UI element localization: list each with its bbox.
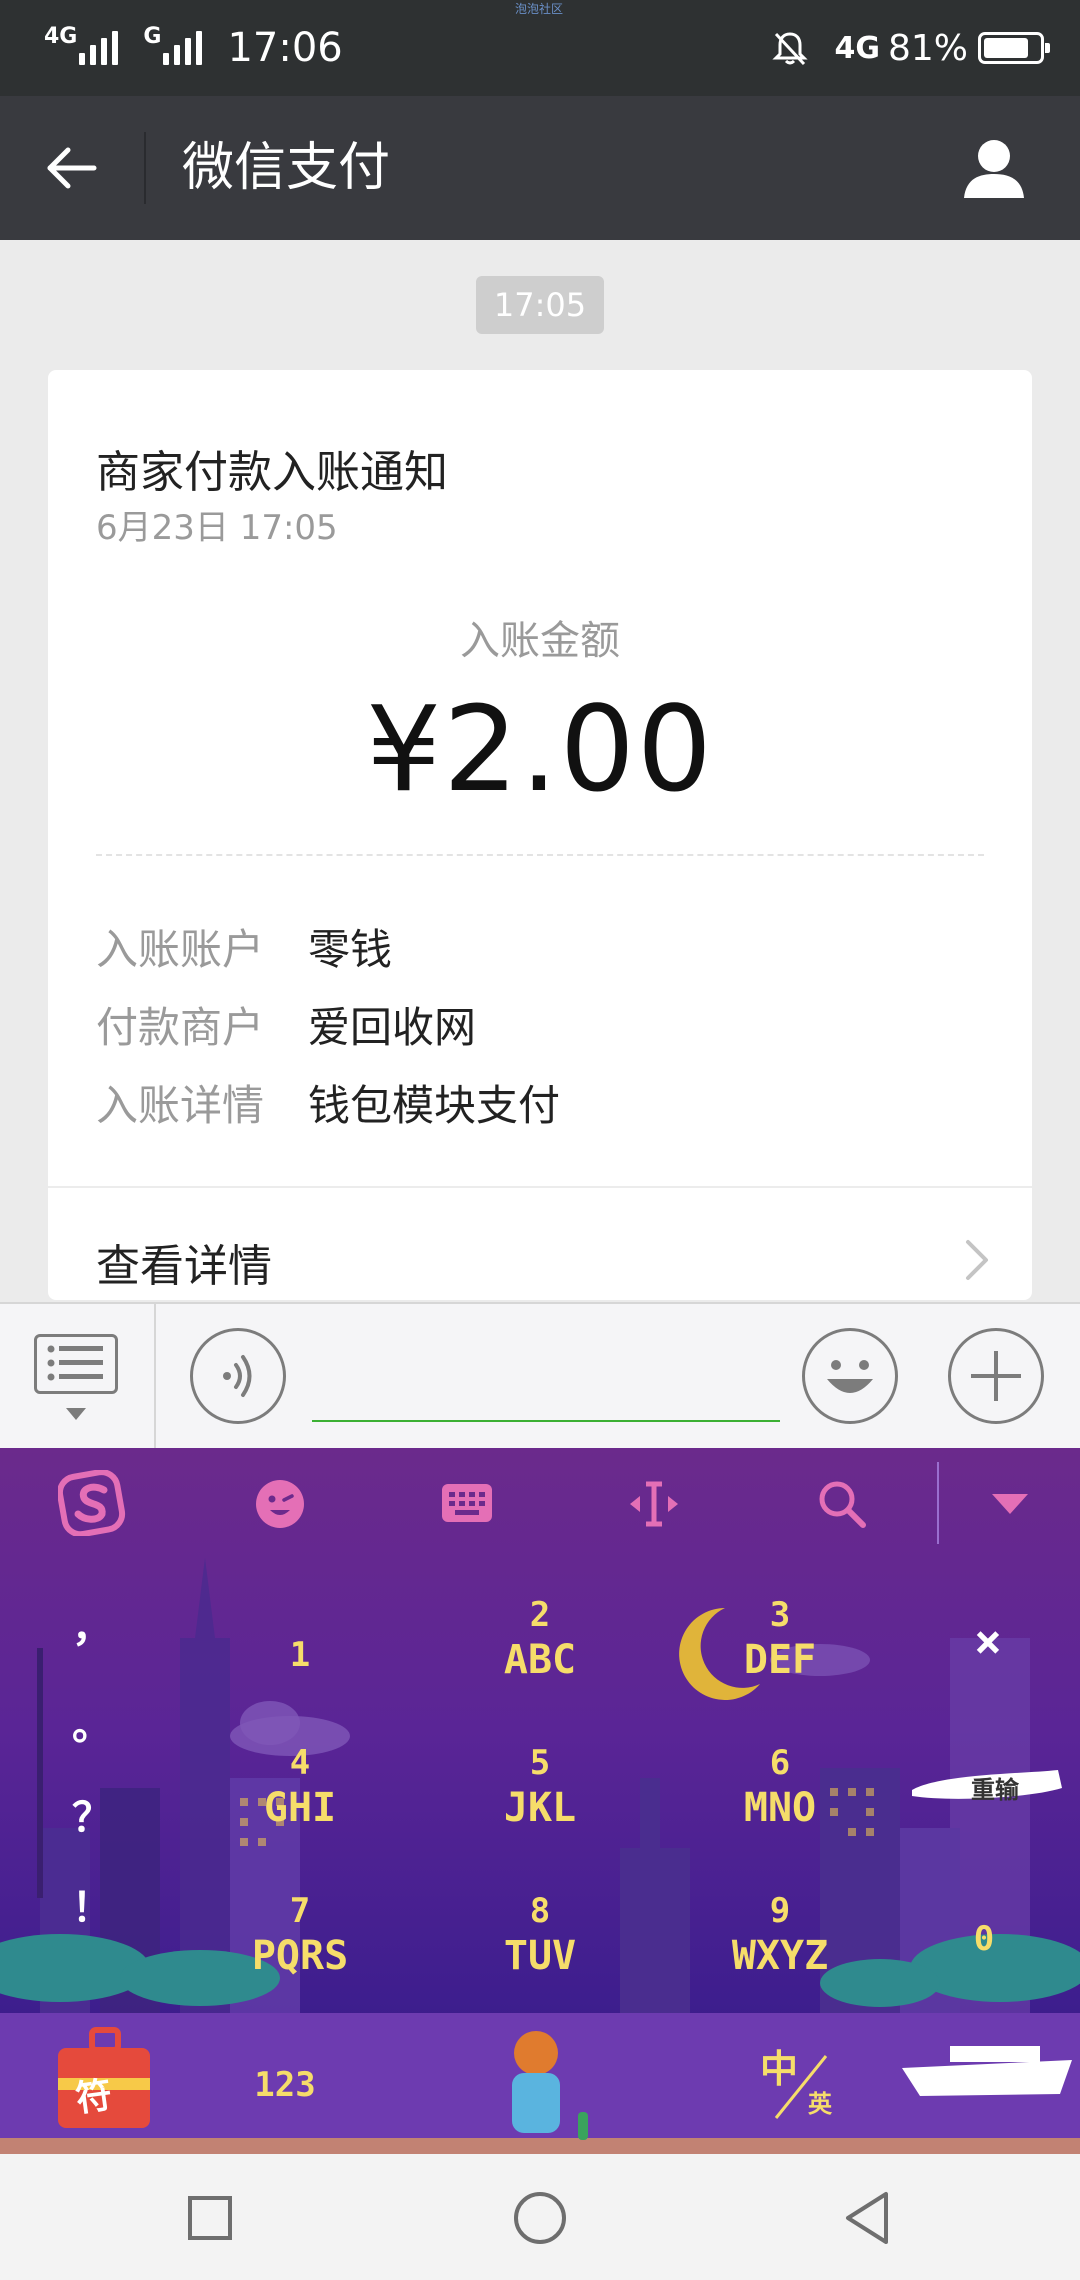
key-7[interactable]: 7 PQRS (230, 1894, 370, 1976)
info-row-value: 钱包模块支付 (308, 1081, 561, 1130)
info-row-account: 入账账户 零钱 (96, 916, 392, 977)
signal-icon-1 (79, 31, 123, 65)
key-number: 2 (529, 1595, 551, 1635)
battery-percent: 81% (887, 27, 968, 69)
key-number: 4 (289, 1743, 311, 1783)
punct-exclaim-key[interactable]: ！ (72, 1888, 112, 1928)
emoji-button[interactable] (802, 1328, 898, 1424)
key-letters: GHI (263, 1785, 337, 1831)
input-divider (154, 1304, 156, 1450)
punct-period-key[interactable]: 。 (72, 1706, 112, 1746)
lang-switch-key[interactable]: 中 英 (750, 2046, 850, 2126)
page-title: 微信支付 (182, 138, 391, 198)
key-number: 1 (289, 1635, 311, 1675)
key-2[interactable]: 2 ABC (470, 1598, 610, 1680)
title-bar: 微信支付 (0, 96, 1080, 240)
key-number: 5 (529, 1743, 551, 1783)
key-0[interactable]: 0 (964, 1922, 1004, 1956)
numeric-switch-key[interactable]: 123 (230, 2068, 340, 2102)
mute-bell-icon (772, 32, 809, 66)
key-number: 8 (529, 1891, 551, 1931)
back-nav-icon[interactable] (842, 2190, 892, 2246)
key-9[interactable]: 9 WXYZ (700, 1894, 860, 1976)
info-row-key: 付款商户 (96, 1003, 265, 1052)
punct-question-key[interactable]: ？ (72, 1798, 112, 1838)
keyboard-icon[interactable] (440, 1482, 494, 1524)
key-1[interactable]: 1 (240, 1638, 360, 1672)
key-letters: TUV (503, 1933, 577, 1979)
key-4[interactable]: 4 GHI (230, 1746, 370, 1828)
key-number: 3 (769, 1595, 791, 1635)
sogou-logo-icon[interactable] (58, 1470, 126, 1536)
status-time: 17:06 (227, 25, 343, 71)
key-letters: MNO (743, 1785, 817, 1831)
card-date: 6月23日 17:05 (96, 508, 338, 548)
profile-icon[interactable] (960, 134, 1028, 202)
key-5[interactable]: 5 JKL (470, 1746, 610, 1828)
recent-apps-icon[interactable] (186, 2194, 234, 2242)
menu-dropdown-indicator (66, 1408, 86, 1420)
network-type-right: 4G (834, 30, 880, 66)
back-arrow-icon[interactable] (40, 136, 104, 200)
chat-timestamp: 17:05 (476, 276, 604, 334)
network-type-2: G (143, 23, 162, 49)
cursor-move-icon[interactable] (626, 1478, 682, 1530)
list-icon (47, 1345, 103, 1381)
reenter-key[interactable]: 重输 (950, 1778, 1040, 1802)
key-letters: PQRS (251, 1933, 349, 1979)
card-separator (48, 1186, 1032, 1188)
menu-toggle-button[interactable] (34, 1334, 118, 1394)
key-number: 6 (769, 1743, 791, 1783)
emoji-wink-icon[interactable] (254, 1478, 306, 1530)
key-number: 9 (769, 1891, 791, 1931)
status-tiny-label: 泡泡社区 (515, 2, 564, 16)
info-row-value: 爱回收网 (308, 1003, 477, 1052)
info-row-key: 入账详情 (96, 1081, 265, 1130)
card-title: 商家付款入账通知 (96, 447, 448, 498)
status-bar: 泡泡社区 4G G 17:06 4G 81% (0, 0, 1080, 96)
title-divider (144, 132, 146, 204)
voice-wave-icon (223, 1355, 252, 1397)
system-nav-bar (0, 2154, 1080, 2280)
message-input[interactable] (312, 1420, 780, 1422)
ime-keyboard: ， 。 ？ ！ 1 2 ABC 3 DEF × 4 GHI 5 JKL 6 MN… (0, 1448, 1080, 2154)
info-row-key: 入账账户 (96, 925, 265, 974)
lang-en-label: 英 (808, 2090, 832, 2118)
signal-icon-2 (163, 31, 207, 65)
dashed-divider (96, 854, 984, 856)
network-type-1: 4G (44, 23, 78, 49)
key-number: 7 (289, 1891, 311, 1931)
chat-input-bar (0, 1302, 1080, 1450)
key-8[interactable]: 8 TUV (470, 1894, 610, 1976)
search-icon[interactable] (816, 1478, 868, 1530)
delete-key[interactable]: × (958, 1618, 1018, 1664)
info-row-detail: 入账详情 钱包模块支付 (96, 1072, 560, 1133)
voice-button[interactable] (190, 1328, 286, 1424)
amount-label: 入账金额 (460, 618, 620, 664)
chevron-right-icon (966, 1240, 988, 1280)
info-row-merchant: 付款商户 爱回收网 (96, 994, 476, 1055)
key-letters: WXYZ (731, 1933, 829, 1979)
battery-icon (978, 32, 1050, 64)
plus-icon (971, 1351, 1021, 1401)
punct-comma-key[interactable]: ， (72, 1608, 112, 1648)
key-letters: DEF (743, 1637, 817, 1683)
key-3[interactable]: 3 DEF (710, 1598, 850, 1680)
amount-value: ¥2.00 (366, 680, 714, 818)
more-button[interactable] (948, 1328, 1044, 1424)
key-letters: ABC (503, 1637, 577, 1683)
home-icon[interactable] (512, 2190, 568, 2246)
view-details-link[interactable]: 查看详情 (96, 1230, 272, 1294)
smiley-icon (827, 1360, 873, 1393)
collapse-keyboard-icon[interactable] (990, 1492, 1030, 1516)
key-6[interactable]: 6 MNO (710, 1746, 850, 1828)
info-row-value: 零钱 (308, 925, 393, 974)
payment-notification-card[interactable]: 商家付款入账通知 6月23日 17:05 入账金额 ¥2.00 入账账户 零钱 付… (48, 370, 1032, 1300)
key-letters: JKL (503, 1785, 577, 1831)
